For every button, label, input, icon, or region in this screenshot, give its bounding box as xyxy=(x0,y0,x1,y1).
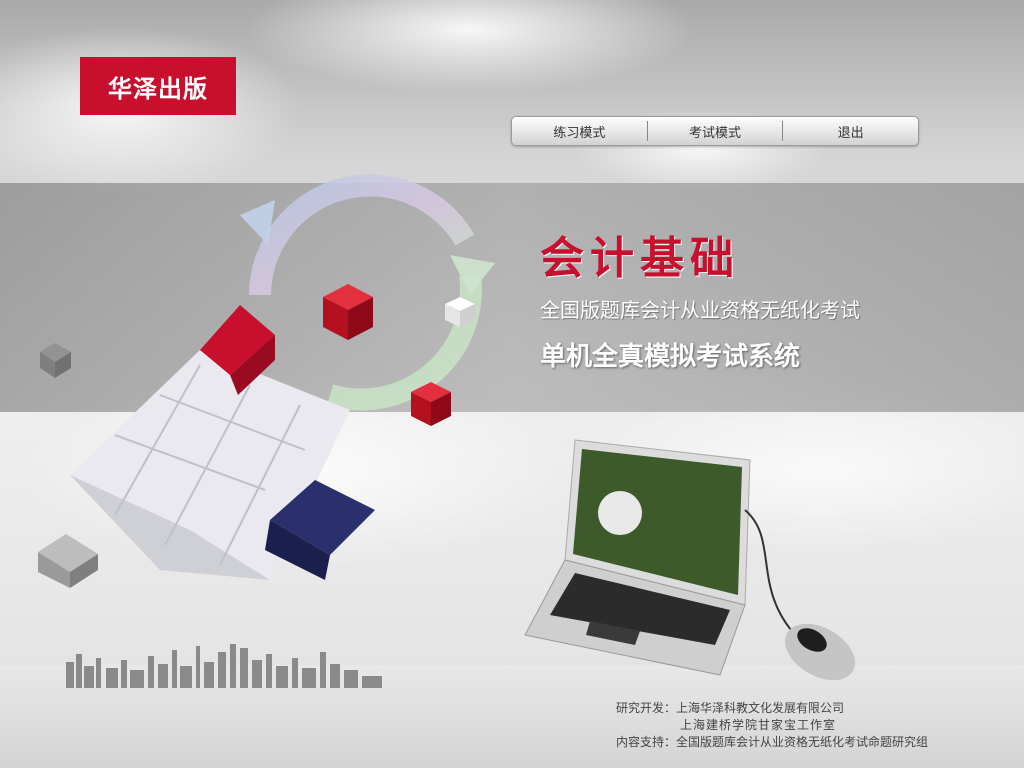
exit-button[interactable]: 退出 xyxy=(783,122,918,141)
credits-studio: 上海建桥学院甘家宝工作室 xyxy=(680,718,837,732)
exam-mode-button[interactable]: 考试模式 xyxy=(648,122,783,141)
practice-mode-button[interactable]: 练习模式 xyxy=(512,122,647,141)
red-cube-icon xyxy=(323,284,373,340)
gray-cube-icon xyxy=(40,343,71,378)
credits-developer: 研究开发：上海华泽科教文化发展有限公司 xyxy=(616,701,845,715)
red-cube-icon xyxy=(411,382,451,426)
credits: 研究开发：上海华泽科教文化发展有限公司 上海建桥学院甘家宝工作室 内容支持：全国… xyxy=(616,700,928,751)
laptop-icon xyxy=(524,439,751,676)
credits-content-support: 内容支持：全国版题库会计从业资格无纸化考试命题研究组 xyxy=(616,735,929,749)
page-title: 会计基础 xyxy=(540,233,740,284)
white-cube-icon xyxy=(445,297,475,327)
publisher-logo-text: 华泽出版 xyxy=(108,74,208,103)
mouse-icon xyxy=(744,509,856,681)
gray-cube-icon xyxy=(38,534,98,588)
main-nav: 练习模式 考试模式 退出 xyxy=(511,116,919,146)
city-skyline-icon xyxy=(66,644,382,688)
page-subtitle: 全国版题库会计从业资格无纸化考试 xyxy=(540,298,860,322)
system-name: 单机全真模拟考试系统 xyxy=(540,342,801,372)
publisher-logo: 华泽出版 xyxy=(80,57,236,115)
